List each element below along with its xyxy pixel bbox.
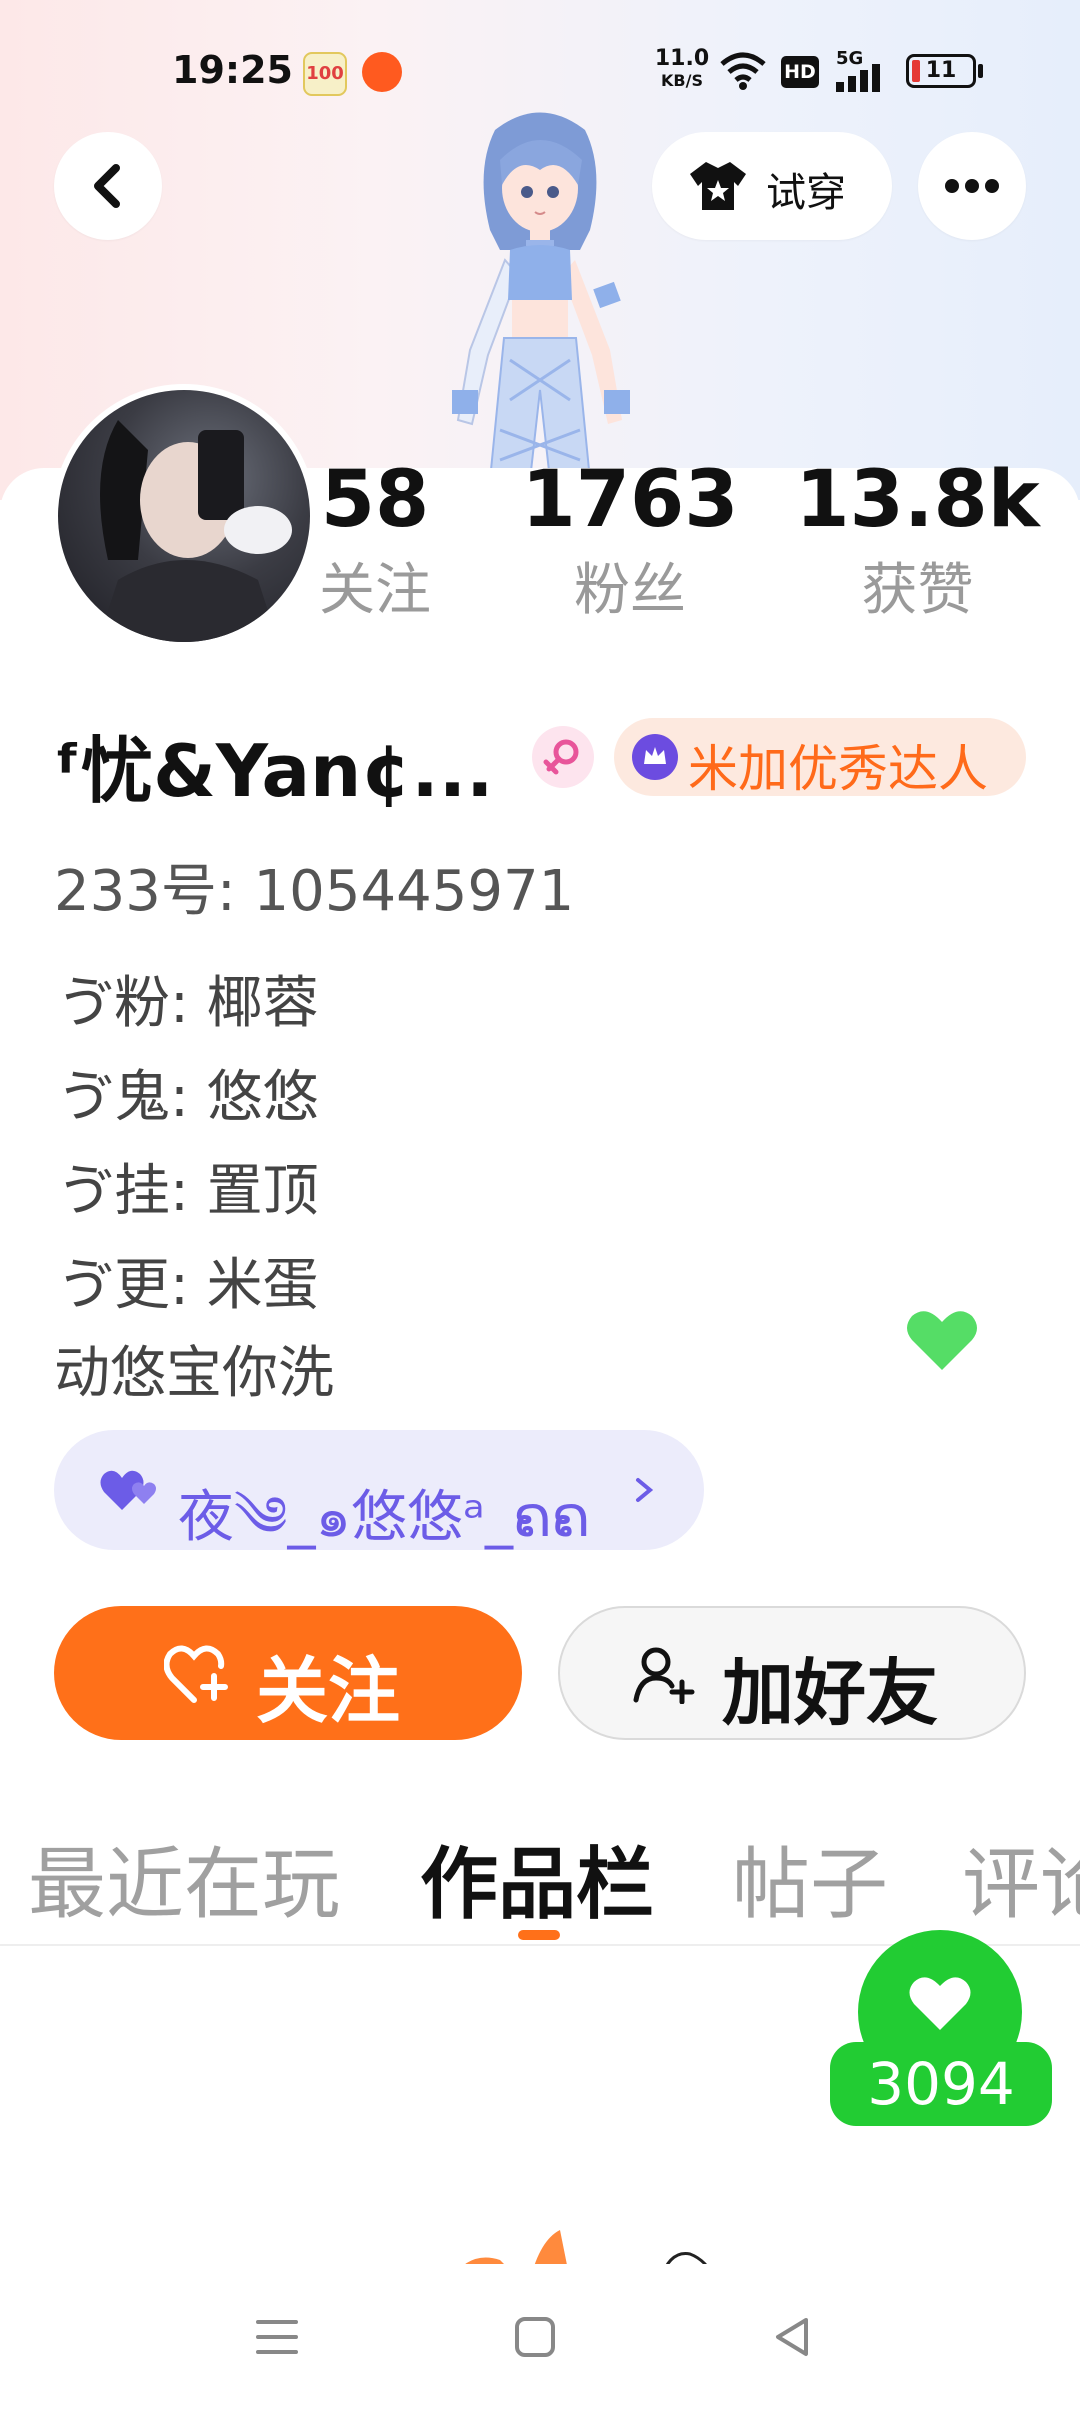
stat-likes-label: 获赞 xyxy=(861,558,974,623)
app-notification-icon-2 xyxy=(362,52,402,92)
bio-line-1: ゔ粉: 椰蓉 xyxy=(58,971,319,1036)
avatar-photo xyxy=(98,420,292,642)
badge-crown-icon xyxy=(632,734,678,780)
expert-badge[interactable]: 米加优秀达人 xyxy=(614,718,1026,798)
add-friend-button[interactable]: 加好友 xyxy=(558,1606,1026,1740)
bio-line-3: ゔ挂: 置顶 xyxy=(58,1159,319,1224)
battery-level: 11 xyxy=(925,58,957,83)
add-friend-label: 加好友 xyxy=(722,1651,939,1735)
stat-likes[interactable]: 13.8k 获赞 xyxy=(790,455,1045,626)
stat-following-label: 关注 xyxy=(319,558,431,623)
network-speed: 11.0 KB/S xyxy=(654,48,710,92)
bio-line-4: ゔ更: 米蛋 xyxy=(58,1253,319,1318)
user-id: 233号: 105445971 xyxy=(54,859,575,924)
stat-following-value: 58 xyxy=(320,455,430,545)
battery-tip xyxy=(978,64,983,78)
green-heart-icon xyxy=(907,1311,977,1370)
tab-posts[interactable]: 帖子 xyxy=(732,1822,888,1934)
status-time: 19:25 xyxy=(172,48,293,92)
back-nav-icon[interactable] xyxy=(768,2312,818,2362)
heart-plus-icon xyxy=(164,1645,228,1703)
avatar[interactable] xyxy=(58,390,310,642)
tab-works[interactable]: 作品栏 xyxy=(420,1822,654,1934)
female-icon xyxy=(543,739,579,775)
bio-line-5: 动悠宝你洗 xyxy=(54,1341,334,1406)
expert-badge-label: 米加优秀达人 xyxy=(688,740,988,798)
tab-active-indicator xyxy=(518,1930,560,1940)
stat-fans-value: 1763 xyxy=(521,455,739,545)
more-button[interactable] xyxy=(918,132,1026,240)
gender-female-badge xyxy=(532,726,594,788)
chevron-left-icon xyxy=(94,164,120,208)
tshirt-icon xyxy=(690,162,746,210)
stat-fans-label: 粉丝 xyxy=(574,558,686,623)
like-count: 3094 xyxy=(830,2042,1052,2126)
try-on-button[interactable]: 试穿 xyxy=(652,132,892,240)
menu-icon[interactable] xyxy=(252,2312,302,2362)
couple-heart-icon xyxy=(100,1470,156,1510)
signal-bars-icon xyxy=(836,64,880,92)
chevron-right-icon xyxy=(636,1478,654,1502)
tab-recent-play[interactable]: 最近在玩 xyxy=(28,1822,340,1934)
add-friend-icon xyxy=(633,1647,695,1704)
app-notification-icon: 100 xyxy=(303,52,347,96)
stat-likes-value: 13.8k xyxy=(795,455,1040,545)
heart-icon xyxy=(909,1977,971,2030)
home-icon[interactable] xyxy=(510,2312,560,2362)
battery-icon: 11 xyxy=(906,54,976,88)
username: ᶠ忧&Yan¢... xyxy=(54,729,494,813)
back-button[interactable] xyxy=(54,132,162,240)
network-speed-unit: KB/S xyxy=(661,71,703,90)
network-speed-value: 11.0 xyxy=(654,46,710,71)
stat-fans[interactable]: 1763 粉丝 xyxy=(505,455,755,626)
avatar-character-figure[interactable] xyxy=(400,100,680,480)
more-dots-icon xyxy=(945,179,999,193)
hd-indicator: HD xyxy=(781,56,819,88)
stat-following[interactable]: 58 关注 xyxy=(300,455,450,626)
relationship-tag-label: 夜༄_๑悠悠ᵃ_ຄຄ xyxy=(178,1485,591,1550)
bio-line-2: ゔ鬼: 悠悠 xyxy=(58,1065,319,1130)
follow-label: 关注 xyxy=(256,1649,401,1733)
try-on-label: 试穿 xyxy=(766,170,846,216)
follow-button[interactable]: 关注 xyxy=(54,1606,522,1740)
tab-comments[interactable]: 评论 xyxy=(962,1822,1080,1934)
wifi-icon xyxy=(720,52,766,90)
relationship-tag[interactable]: 夜༄_๑悠悠ᵃ_ຄຄ xyxy=(54,1430,704,1550)
